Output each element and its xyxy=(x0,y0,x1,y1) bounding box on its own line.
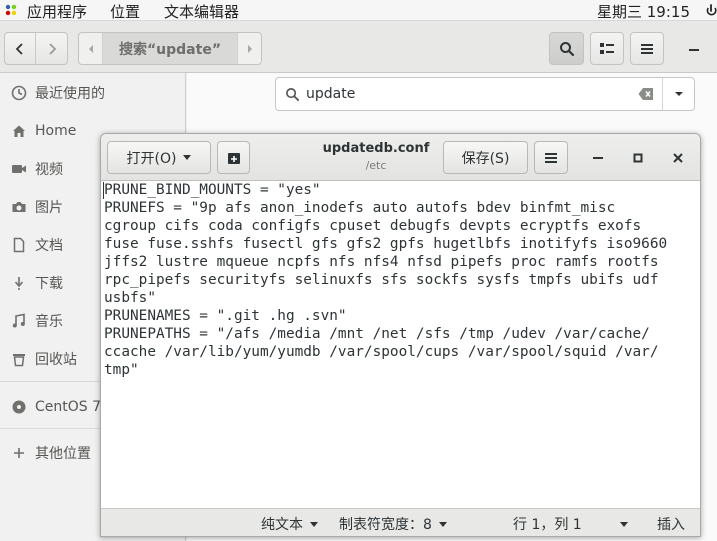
save-button-label: 保存(S) xyxy=(461,150,510,167)
gedit-headerbar: 打开(O) updatedb.conf /etc 保存(S) xyxy=(101,134,700,181)
editor-line: PRUNEPATHS = "/afs /media /mnt /net /sfs… xyxy=(104,326,650,342)
search-icon xyxy=(286,88,300,102)
sidebar-item-label: 音乐 xyxy=(35,314,63,330)
search-toggle-button[interactable] xyxy=(549,32,584,65)
new-tab-icon xyxy=(227,152,240,164)
syntax-selector[interactable]: 纯文本 xyxy=(261,514,318,534)
camera-icon xyxy=(11,199,27,215)
editor-line: tmp" xyxy=(104,362,139,378)
cursor-position-label: 行 1，列 1 xyxy=(513,517,582,533)
back-button[interactable] xyxy=(5,33,36,64)
cursor-position-selector[interactable]: 行 1，列 1 xyxy=(513,514,628,534)
sidebar-item-label: CentOS 7 xyxy=(35,399,102,415)
top-panel: 应用程序 位置 文本编辑器 星期三 19:15 xyxy=(0,0,717,21)
document-filename: updatedb.conf xyxy=(322,141,430,156)
close-button[interactable] xyxy=(668,148,688,168)
insert-mode-indicator[interactable]: 插入 xyxy=(657,514,685,534)
document-title: updatedb.conf /etc xyxy=(311,141,441,172)
sidebar-item-label: 视频 xyxy=(35,162,63,178)
editor-line: PRUNENAMES = ".git .hg .svn" xyxy=(104,308,347,324)
save-button[interactable]: 保存(S) xyxy=(443,141,528,174)
chevron-down-icon xyxy=(183,155,192,160)
chevron-down-icon xyxy=(310,521,318,527)
sidebar-item-label: 回收站 xyxy=(35,352,77,368)
forward-button[interactable] xyxy=(36,33,67,64)
gedit-statusbar: 纯文本 制表符宽度：8 行 1，列 1 插入 xyxy=(101,508,700,536)
disc-icon xyxy=(11,399,27,415)
search-options-button[interactable] xyxy=(662,78,694,110)
editor-line: ccache /var/lib/yum/yumdb /var/spool/cup… xyxy=(104,344,659,360)
clock[interactable]: 星期三 19:15 xyxy=(597,1,690,22)
right-triangle-icon xyxy=(247,44,252,53)
path-scroll-left[interactable] xyxy=(79,33,103,64)
editor-line: usbfs" xyxy=(104,290,156,306)
sidebar-item-recent[interactable]: 最近使用的 xyxy=(0,76,186,110)
download-icon xyxy=(11,275,27,291)
minimize-icon xyxy=(593,156,603,159)
forward-arrow-icon xyxy=(48,42,56,55)
hamburger-icon xyxy=(641,43,653,54)
open-button[interactable]: 打开(O) xyxy=(107,141,211,174)
document-path: /etc xyxy=(365,159,387,172)
list-view-icon xyxy=(600,42,614,54)
search-bar: update xyxy=(275,77,695,111)
path-scroll-right[interactable] xyxy=(237,33,261,64)
tab-width-selector[interactable]: 制表符宽度：8 xyxy=(339,514,447,534)
view-mode-button[interactable] xyxy=(590,32,624,65)
editor-line: PRUNEFS = "9p afs anon_inodefs auto auto… xyxy=(104,200,616,216)
app-menu-icon[interactable] xyxy=(4,3,18,17)
maximize-button[interactable] xyxy=(628,148,648,168)
insert-mode-label: 插入 xyxy=(657,517,685,533)
gedit-window: 打开(O) updatedb.conf /etc 保存(S) PRUNE_BIN… xyxy=(100,133,701,537)
files-headerbar: 搜索“update” xyxy=(0,21,717,73)
clock-icon xyxy=(11,85,27,101)
path-bar: 搜索“update” xyxy=(78,32,262,65)
search-crumb[interactable]: 搜索“update” xyxy=(103,33,237,64)
editor-line: fuse fuse.sshfs fusectl gfs gfs2 gpfs hu… xyxy=(104,236,668,252)
open-button-label: 打开(O) xyxy=(126,150,177,167)
text-editor[interactable]: PRUNE_BIND_MOUNTS = "yes" PRUNEFS = "9p a… xyxy=(101,181,700,508)
hamburger-icon xyxy=(545,152,557,163)
files-minimize-button[interactable] xyxy=(684,41,704,59)
menu-applications[interactable]: 应用程序 xyxy=(27,1,87,22)
sidebar-item-label: 图片 xyxy=(35,200,63,216)
maximize-icon xyxy=(633,153,643,163)
menu-places[interactable]: 位置 xyxy=(110,1,140,22)
plus-icon xyxy=(11,445,27,461)
sidebar-item-label: 下载 xyxy=(35,276,63,292)
new-document-button[interactable] xyxy=(217,141,250,174)
gedit-menu-button[interactable] xyxy=(534,141,568,174)
sidebar-item-label: Home xyxy=(35,123,77,139)
menu-text-editor[interactable]: 文本编辑器 xyxy=(164,1,239,22)
syntax-label: 纯文本 xyxy=(261,517,303,533)
power-icon[interactable] xyxy=(706,3,717,18)
music-icon xyxy=(11,313,27,329)
back-arrow-icon xyxy=(15,42,23,55)
text-cursor xyxy=(103,182,104,199)
home-icon xyxy=(11,123,27,139)
trash-icon xyxy=(11,351,27,367)
chevron-down-icon xyxy=(619,521,628,527)
video-icon xyxy=(11,161,27,177)
document-icon xyxy=(11,237,27,253)
minimize-button[interactable] xyxy=(588,148,608,168)
chevron-down-icon xyxy=(674,92,683,96)
search-input[interactable]: update xyxy=(306,86,355,102)
files-menu-button[interactable] xyxy=(630,32,664,65)
editor-line: cgroup cifs coda configfs cpuset debugfs… xyxy=(104,218,642,234)
editor-line: PRUNE_BIND_MOUNTS = "yes" xyxy=(104,182,321,198)
left-triangle-icon xyxy=(88,44,93,53)
clear-icon[interactable] xyxy=(638,87,654,101)
nav-buttons xyxy=(4,32,68,65)
sidebar-item-label: 最近使用的 xyxy=(35,86,105,102)
sidebar-item-label: 其他位置 xyxy=(35,446,91,462)
editor-line: jffs2 lustre mqueue ncpfs nfs nfs4 nfsd … xyxy=(104,254,659,270)
close-icon xyxy=(673,153,683,163)
tab-width-label: 制表符宽度：8 xyxy=(339,517,432,533)
search-icon xyxy=(559,41,574,56)
sidebar-item-label: 文档 xyxy=(35,238,63,254)
editor-line: rpc_pipefs securityfs selinuxfs sfs sock… xyxy=(104,272,659,288)
minimize-icon xyxy=(689,48,699,51)
chevron-down-icon xyxy=(438,521,447,527)
